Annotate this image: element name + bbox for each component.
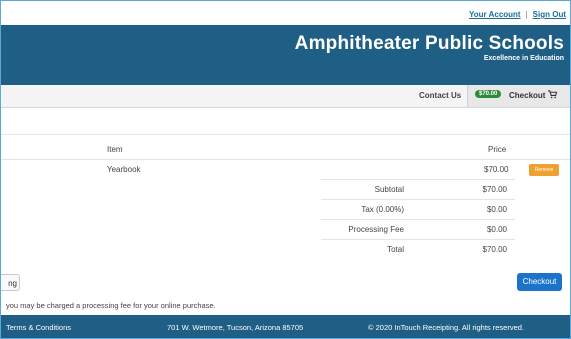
footer-address: 701 W. Wetmore, Tucson, Arizona 85705 [167,323,304,332]
remove-item-button[interactable]: Remove [529,164,559,176]
processing-fee-notice: you may be charged a processing fee for … [6,301,216,310]
checkout-button[interactable]: Checkout [517,273,562,291]
site-title[interactable]: Amphitheater Public Schools [295,33,564,55]
shopping-cart-icon [548,90,558,101]
terms-link[interactable]: Terms & Conditions [6,323,71,332]
site-header: Amphitheater Public Schools Excellence i… [1,25,570,85]
item-price: $70.00 [484,165,509,174]
processing-fee-label: Processing Fee [348,225,404,234]
summary-divider [321,179,515,180]
contact-us-link[interactable]: Contact Us [419,91,461,100]
subtotal-value: $70.00 [482,185,507,194]
site-footer: Terms & Conditions 701 W. Wetmore, Tucso… [1,315,570,338]
processing-fee-value: $0.00 [486,225,507,234]
your-account-link[interactable]: Your Account [469,10,521,19]
footer-copyright: © 2020 InTouch Receipting. All rights re… [368,323,525,332]
sign-out-link[interactable]: Sign Out [533,10,566,19]
link-separator: | [525,10,528,19]
column-header-item: Item [107,145,123,154]
top-bar: Your Account | Sign Out [1,1,570,25]
total-value: $70.00 [482,245,507,254]
column-header-price: Price [488,145,507,154]
nav-checkout-label: Checkout [509,91,546,100]
summary-divider [321,199,515,200]
page-frame: Your Account | Sign Out Amphitheater Publi… [0,0,571,339]
nav-bar: Contact Us $70.00 Checkout [1,85,570,108]
summary-divider [321,239,515,240]
nav-checkout-button[interactable]: $70.00 Checkout [467,85,570,107]
subtotal-label: Subtotal [374,185,404,194]
site-tagline: Excellence in Education [483,55,564,62]
tax-value: $0.00 [486,205,507,214]
table-top-divider [1,134,570,135]
account-links: Your Account | Sign Out [469,10,566,19]
tax-label: Tax (0.00%) [361,205,404,214]
summary-divider [321,219,515,220]
cart-total-badge: $70.00 [475,90,502,98]
table-header-divider [1,159,570,160]
total-label: Total [387,245,404,254]
continue-shopping-button[interactable]: ng [1,274,20,291]
item-name: Yearbook [107,165,141,174]
